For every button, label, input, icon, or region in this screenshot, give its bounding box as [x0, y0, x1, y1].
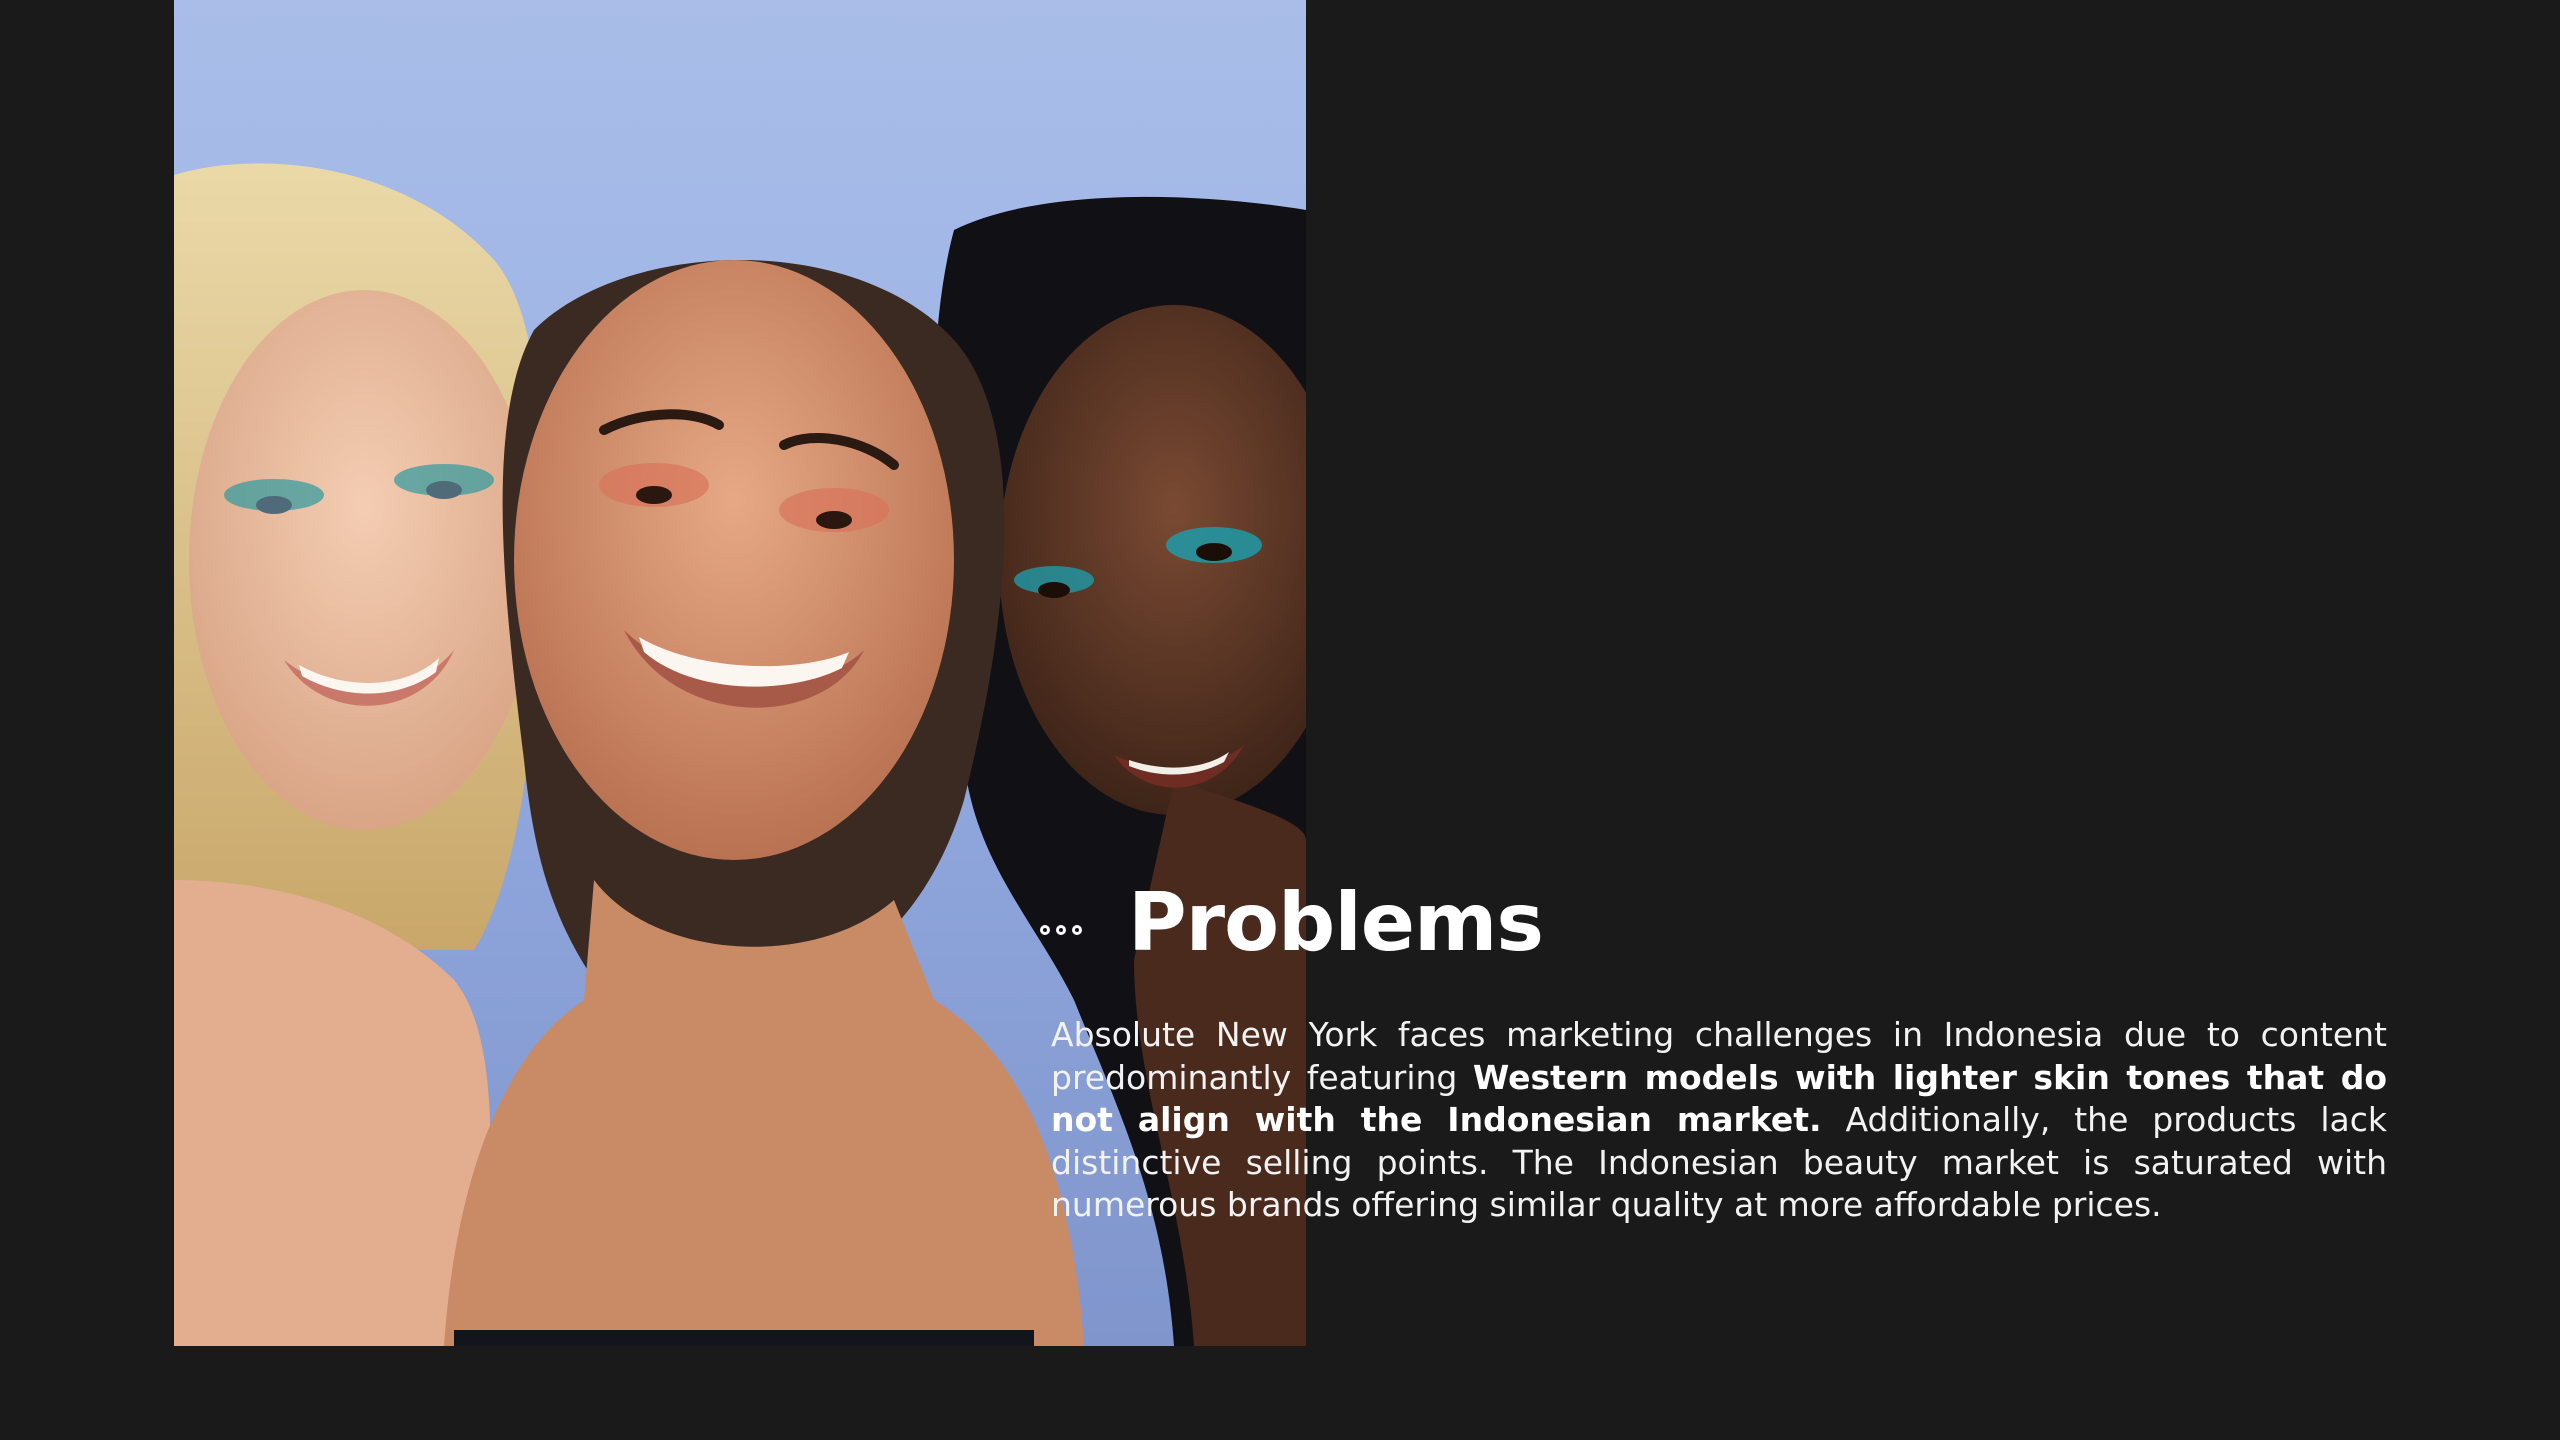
problem-description: Absolute New York faces marketing challe… — [1051, 1014, 2387, 1227]
three-dots-icon — [1040, 925, 1082, 935]
dot — [1072, 925, 1082, 935]
title-row: Problems — [1040, 868, 1544, 978]
dot — [1056, 925, 1066, 935]
slide: Problems Absolute New York faces marketi… — [0, 0, 2560, 1440]
dot — [1040, 925, 1050, 935]
slide-title: Problems — [1128, 876, 1544, 969]
